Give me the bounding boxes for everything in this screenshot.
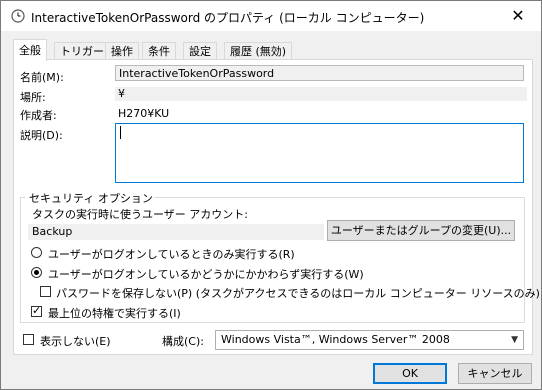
hidden-label[interactable]: 表示しない(E) [40, 333, 111, 349]
highest-privileges-label[interactable]: 最上位の特権で実行する(I) [48, 305, 181, 321]
cancel-button[interactable]: キャンセル [458, 363, 532, 384]
change-user-button[interactable]: ユーザーまたはグループの変更(U)... [327, 220, 515, 241]
name-label: 名前(M): [20, 71, 64, 84]
name-field[interactable]: InteractiveTokenOrPassword [115, 65, 524, 81]
window-title: InteractiveTokenOrPassword のプロパティ (ローカル … [31, 11, 425, 25]
ok-button[interactable]: OK [373, 363, 447, 384]
location-label: 場所: [20, 91, 46, 104]
clock-icon [11, 9, 25, 23]
account-prompt: タスクの実行時に使うユーザー アカウント: [32, 208, 248, 221]
check-icon: ✓ [32, 304, 42, 317]
configure-select[interactable]: Windows Vista™, Windows Server™ 2008 ▼ [215, 330, 524, 350]
chevron-down-icon: ▼ [511, 335, 518, 345]
radio-logged-on-only[interactable] [31, 247, 42, 258]
no-store-password-label[interactable]: パスワードを保存しない(P) (タスクがアクセスできるのはローカル コンピュータ… [56, 285, 540, 301]
close-icon[interactable]: ✕ [495, 1, 541, 31]
hidden-checkbox[interactable] [23, 334, 34, 345]
security-group-label: セキュリティ オプション [28, 190, 154, 206]
radio-logged-on-only-label[interactable]: ユーザーがログオンしているときのみ実行する(R) [48, 246, 295, 262]
text-caret [120, 126, 121, 139]
title-bar: InteractiveTokenOrPassword のプロパティ (ローカル … [1, 1, 541, 31]
general-panel: 名前(M): InteractiveTokenOrPassword 場所: ¥ … [13, 59, 540, 355]
author-label: 作成者: [20, 109, 57, 122]
description-input[interactable] [115, 123, 524, 183]
tab-general[interactable]: 全般 [13, 39, 47, 61]
properties-dialog: InteractiveTokenOrPassword のプロパティ (ローカル … [0, 0, 542, 390]
group-border [20, 197, 21, 322]
location-value: ¥ [115, 87, 527, 101]
no-store-password-checkbox[interactable] [40, 286, 51, 297]
radio-whether-logged-on-label[interactable]: ユーザーがログオンしているかどうかにかかわらず実行する(W) [48, 266, 364, 282]
highest-privileges-checkbox[interactable]: ✓ [31, 304, 42, 317]
radio-selected-dot [34, 270, 39, 275]
group-border [524, 197, 525, 322]
group-border [20, 322, 525, 323]
radio-whether-logged-on[interactable] [31, 267, 42, 278]
group-border [132, 197, 524, 198]
author-value: H270¥KU [118, 107, 170, 120]
description-label: 説明(D): [20, 129, 63, 142]
configure-value: Windows Vista™, Windows Server™ 2008 [221, 333, 450, 346]
configure-label: 構成(C): [162, 335, 204, 348]
account-value: Backup [28, 224, 324, 240]
